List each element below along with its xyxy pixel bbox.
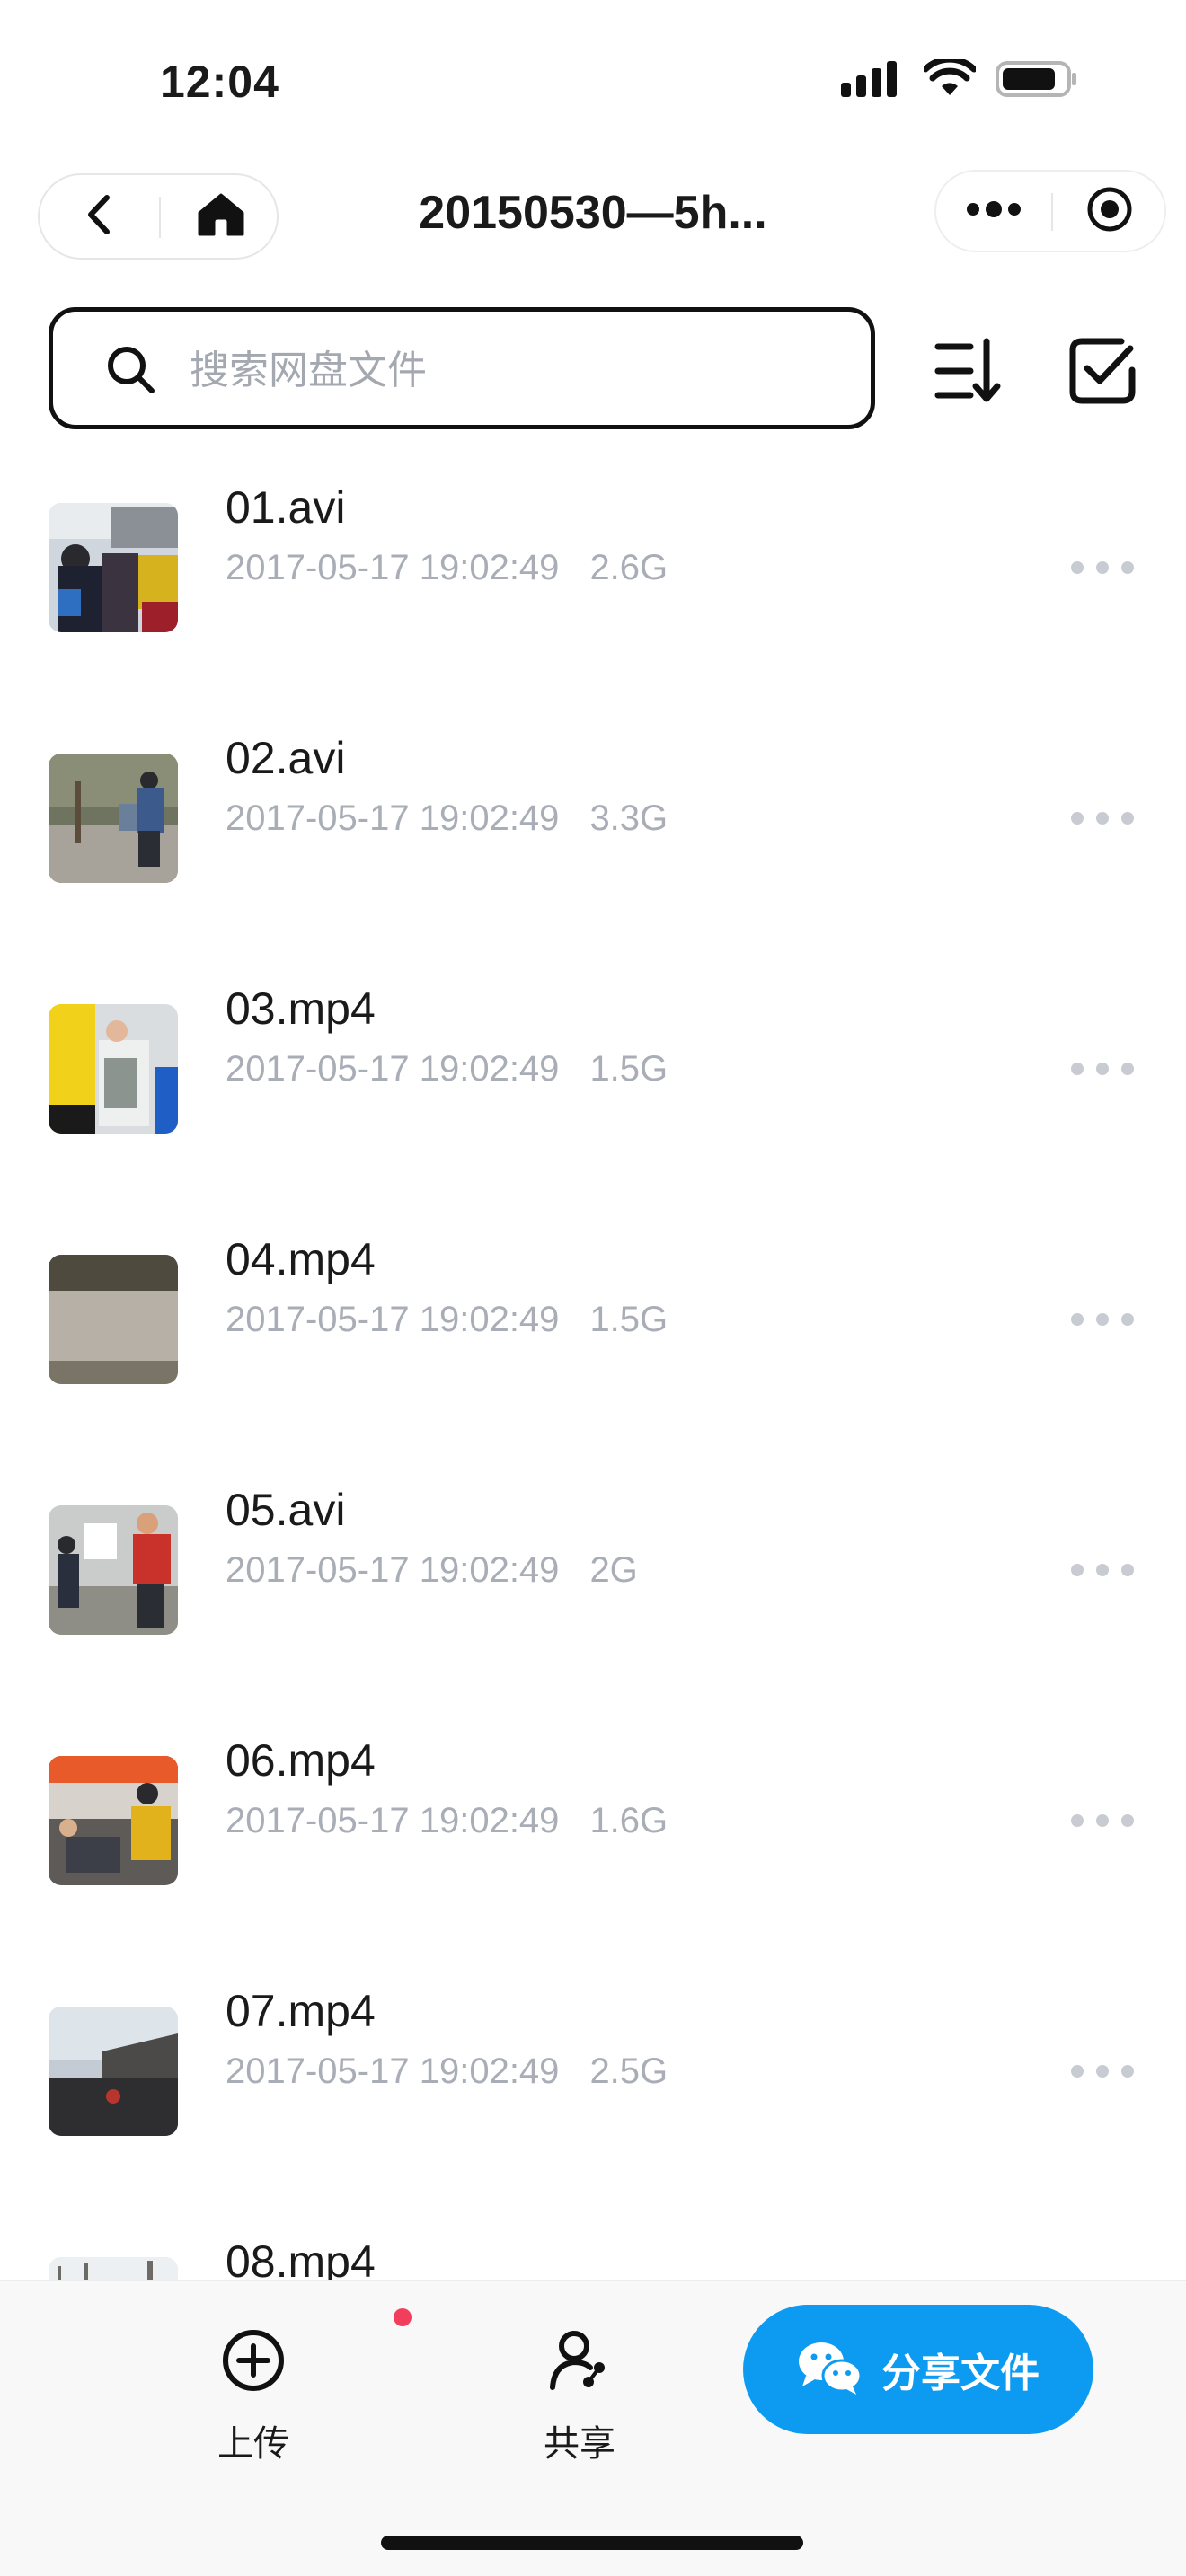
file-more-button[interactable] [1071,550,1134,586]
back-button[interactable] [40,175,159,258]
list-item[interactable]: 08.mp4 [0,2203,1186,2281]
upload-label: 上传 [217,2423,289,2465]
bottom-toolbar: 上传 共享 分享文件 [0,2280,1186,2576]
file-date: 2017-05-17 19:02:49 [226,1801,560,1840]
chevron-left-icon [82,192,118,242]
file-meta: 2017-05-17 19:02:49 2G [226,1550,638,1591]
close-miniprogram-button[interactable] [1053,172,1166,251]
home-icon [196,191,246,243]
home-button[interactable] [161,175,280,258]
file-meta: 2017-05-17 19:02:49 2.6G [226,548,668,588]
plus-circle-icon [221,2328,286,2397]
file-name: 04.mp4 [226,1234,376,1284]
file-date: 2017-05-17 19:02:49 [226,1300,560,1339]
sort-button[interactable] [933,334,1006,408]
video-thumbnail [49,1756,178,1885]
file-size: 2G [589,1550,638,1590]
file-more-button[interactable] [1071,1552,1134,1588]
status-icons [841,56,1078,103]
file-meta: 2017-05-17 19:02:49 1.5G [226,1300,668,1340]
file-size: 1.5G [589,1300,668,1339]
home-indicator [381,2536,803,2550]
users-icon [547,2328,612,2397]
file-size: 2.6G [589,548,668,587]
file-meta: 2017-05-17 19:02:49 3.3G [226,798,668,839]
more-menu-button[interactable] [936,172,1051,251]
file-meta: 2017-05-17 19:02:49 1.6G [226,1801,668,1841]
wifi-icon [922,56,978,103]
multi-select-button[interactable] [1066,334,1139,408]
list-item[interactable]: 07.mp4 2017-05-17 19:02:49 2.5G [0,1953,1186,2203]
file-date: 2017-05-17 19:02:49 [226,798,560,838]
wechat-icon [797,2340,863,2400]
notification-dot [394,2308,412,2326]
video-thumbnail [49,2257,178,2281]
file-name: 06.mp4 [226,1735,376,1786]
sort-icon [933,338,1006,411]
shared-button[interactable]: 共享 [490,2308,669,2465]
battery-icon [996,59,1078,103]
file-name: 08.mp4 [226,2236,376,2281]
file-size: 3.3G [589,798,668,838]
file-size: 1.5G [589,1049,668,1089]
video-thumbnail [49,2007,178,2136]
file-list: 01.avi 2017-05-17 19:02:49 2.6G 02.avi 20… [0,449,1186,2281]
nav-capsule-right [934,170,1166,252]
navbar: 20150530—5h... [0,166,1186,265]
search-box[interactable] [49,307,875,429]
status-time: 12:04 [160,57,279,107]
file-meta: 2017-05-17 19:02:49 2.5G [226,2051,668,2092]
video-thumbnail [49,503,178,632]
file-date: 2017-05-17 19:02:49 [226,548,560,587]
search-input[interactable] [188,333,820,407]
video-thumbnail [49,1505,178,1635]
search-icon [105,344,157,401]
file-name: 05.avi [226,1485,346,1535]
page-title: 20150530—5h... [419,187,767,239]
file-more-button[interactable] [1071,1803,1134,1839]
video-thumbnail [49,1255,178,1384]
status-bar: 12:04 [0,0,1186,162]
nav-capsule-left [38,173,279,260]
file-size: 1.6G [589,1801,668,1840]
video-thumbnail [49,1004,178,1134]
file-more-button[interactable] [1071,1301,1134,1337]
file-name: 01.avi [226,482,346,533]
file-size: 2.5G [589,2051,668,2091]
file-name: 07.mp4 [226,1986,376,2036]
file-name: 03.mp4 [226,984,376,1034]
file-date: 2017-05-17 19:02:49 [226,1049,560,1089]
checkbox-icon [1066,338,1139,411]
share-file-button[interactable]: 分享文件 [743,2305,1093,2434]
file-date: 2017-05-17 19:02:49 [226,1550,560,1590]
upload-button[interactable]: 上传 [164,2308,343,2465]
file-date: 2017-05-17 19:02:49 [226,2051,560,2091]
record-icon [1085,185,1134,238]
video-thumbnail [49,754,178,883]
file-more-button[interactable] [1071,2053,1134,2089]
list-item[interactable]: 02.avi 2017-05-17 19:02:49 3.3G [0,700,1186,950]
cellular-signal-icon [841,59,904,103]
list-item[interactable]: 01.avi 2017-05-17 19:02:49 2.6G [0,449,1186,700]
file-more-button[interactable] [1071,1051,1134,1087]
list-item[interactable]: 04.mp4 2017-05-17 19:02:49 1.5G [0,1201,1186,1451]
file-name: 02.avi [226,733,346,783]
list-item[interactable]: 05.avi 2017-05-17 19:02:49 2G [0,1451,1186,1702]
more-dots-icon [966,200,1022,223]
file-meta: 2017-05-17 19:02:49 1.5G [226,1049,668,1090]
shared-label: 共享 [544,2423,615,2465]
file-more-button[interactable] [1071,800,1134,836]
list-item[interactable]: 06.mp4 2017-05-17 19:02:49 1.6G [0,1702,1186,1953]
page: 12:04 20150530—5h... 搜索网盘文件 01.avi 2017-… [0,0,1186,2576]
list-item[interactable]: 03.mp4 2017-05-17 19:02:49 1.5G [0,950,1186,1201]
share-file-label: 分享文件 [881,2351,1040,2396]
